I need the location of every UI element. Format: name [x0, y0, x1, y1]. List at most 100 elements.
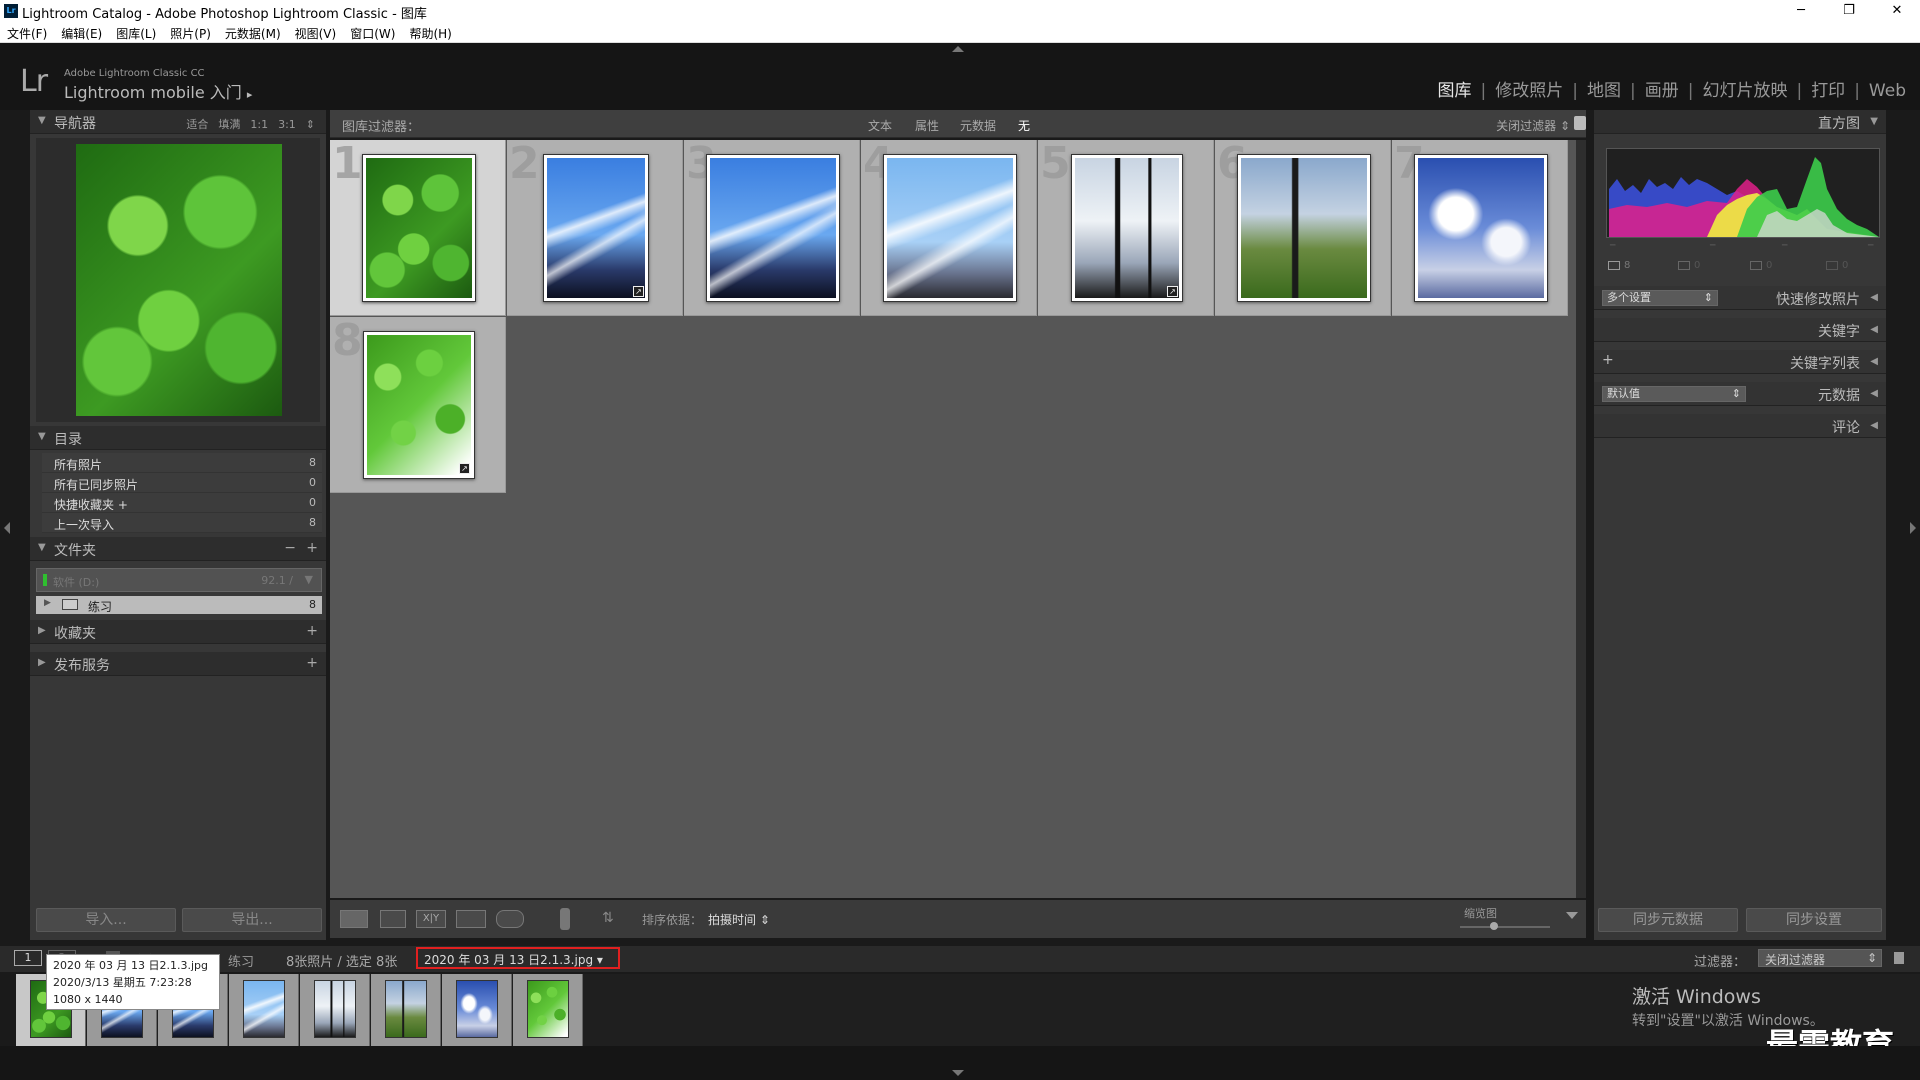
metadata-preset-select[interactable]: 默认值 ⇕: [1602, 386, 1746, 402]
filter-tab-attribute[interactable]: 属性: [915, 117, 939, 134]
minimize-button[interactable]: ─: [1778, 0, 1824, 22]
filter-tab-text[interactable]: 文本: [868, 117, 892, 134]
grid-cell[interactable]: 2 ↗: [507, 138, 683, 316]
comments-header[interactable]: 评论 ◀: [1594, 414, 1886, 438]
remove-folder-button[interactable]: −: [284, 540, 296, 556]
filter-preset-dropdown[interactable]: 关闭过滤器 ⇕: [1496, 117, 1570, 134]
zoom-fit[interactable]: 适合: [181, 118, 213, 131]
grid-view-icon[interactable]: [340, 910, 368, 928]
volume-bar[interactable]: 软件 (D:) 92.1 / ▼: [36, 568, 322, 592]
filmstrip-filter-select[interactable]: 关闭过滤器 ⇕: [1758, 949, 1882, 967]
module-book[interactable]: 画册: [1639, 76, 1685, 101]
filmstrip-cell[interactable]: [513, 974, 583, 1046]
grid-cell[interactable]: 8 ↗: [330, 315, 506, 493]
histogram-chart[interactable]: [1606, 148, 1880, 238]
edited-badge-icon[interactable]: ↗: [459, 463, 470, 474]
navigator-header[interactable]: ▼ 导航器 适合 填满 1:1 3:1 ⇕: [30, 110, 326, 134]
collapse-left-arrow-icon[interactable]: [4, 522, 10, 534]
filter-lock-icon[interactable]: [1894, 952, 1904, 964]
sync-metadata-button[interactable]: 同步元数据: [1598, 908, 1738, 932]
volume-dropdown-icon[interactable]: ▼: [305, 573, 313, 586]
collapse-right-arrow-icon[interactable]: [1910, 522, 1916, 534]
add-folder-button[interactable]: +: [306, 540, 318, 556]
keyword-list-header[interactable]: + 关键字列表 ◀: [1594, 350, 1886, 374]
grid-cell[interactable]: 3: [684, 138, 860, 316]
zoom-fill[interactable]: 填满: [213, 118, 245, 131]
thumbnail-size-slider[interactable]: [1460, 926, 1550, 928]
identity-plate-line2[interactable]: Lightroom mobile 入门 ▸: [64, 79, 252, 103]
catalog-header[interactable]: ▼ 目录: [30, 426, 326, 450]
menu-file[interactable]: 文件(F): [0, 22, 54, 42]
az-sort-icon[interactable]: ⇅: [602, 910, 614, 926]
add-collection-button[interactable]: +: [306, 623, 318, 639]
zoom-1-1[interactable]: 1:1: [245, 118, 273, 131]
photo-thumbnail[interactable]: [543, 154, 649, 302]
filmstrip-cell[interactable]: [442, 974, 512, 1046]
collapse-top-arrow-icon[interactable]: [952, 46, 964, 52]
selected-file-name[interactable]: 2020 年 03 月 13 日2.1.3.jpg ▾: [416, 947, 620, 969]
import-button[interactable]: 导入...: [36, 908, 176, 932]
close-button[interactable]: ✕: [1874, 0, 1920, 22]
filmstrip-cell[interactable]: [371, 974, 441, 1046]
photo-thumbnail[interactable]: [1237, 154, 1371, 302]
menu-library[interactable]: 图库(L): [109, 22, 163, 42]
collapse-bottom-arrow-icon[interactable]: [952, 1070, 964, 1076]
quick-develop-header[interactable]: 多个设置 ⇕ 快速修改照片 ◀: [1594, 286, 1886, 310]
photo-thumbnail[interactable]: [1414, 154, 1548, 302]
grid-cell[interactable]: 6: [1215, 138, 1391, 316]
grid-cell[interactable]: 4: [861, 138, 1037, 316]
catalog-item-previous-import[interactable]: 上一次导入 8: [42, 513, 322, 533]
catalog-item-synced[interactable]: 所有已同步照片 0: [42, 473, 322, 493]
folder-item-practice[interactable]: ▶ 练习 8: [36, 596, 322, 614]
catalog-item-quick-collection[interactable]: 快捷收藏夹 + 0: [42, 493, 322, 513]
loupe-view-icon[interactable]: [380, 910, 406, 928]
grid-cell[interactable]: 7: [1392, 138, 1568, 316]
add-keyword-button[interactable]: +: [1602, 352, 1614, 368]
edited-badge-icon[interactable]: ↗: [1167, 286, 1178, 297]
keywording-header[interactable]: 关键字 ◀: [1594, 318, 1886, 342]
filter-tab-none[interactable]: 无: [1018, 117, 1030, 134]
menu-metadata[interactable]: 元数据(M): [218, 22, 288, 42]
main-window-page-button[interactable]: 1: [14, 950, 42, 966]
grid-scrollbar[interactable]: [1576, 140, 1586, 898]
photo-thumbnail[interactable]: [363, 331, 475, 479]
export-button[interactable]: 导出...: [182, 908, 322, 932]
filmstrip-cell[interactable]: [229, 974, 299, 1046]
module-library[interactable]: 图库: [1432, 76, 1478, 101]
menu-edit[interactable]: 编辑(E): [54, 22, 109, 42]
zoom-spinner-icon[interactable]: ⇕: [301, 118, 320, 131]
painter-spray-icon[interactable]: [560, 908, 570, 930]
module-slideshow[interactable]: 幻灯片放映: [1696, 76, 1793, 101]
sync-settings-button[interactable]: 同步设置: [1746, 908, 1882, 932]
module-web[interactable]: Web: [1863, 81, 1912, 101]
module-print[interactable]: 打印: [1805, 76, 1851, 101]
publish-services-header[interactable]: ▶ 发布服务 +: [30, 652, 326, 676]
menu-photo[interactable]: 照片(P): [163, 22, 218, 42]
add-publish-service-button[interactable]: +: [306, 655, 318, 671]
survey-view-icon[interactable]: [456, 910, 486, 928]
module-map[interactable]: 地图: [1581, 76, 1627, 101]
menu-help[interactable]: 帮助(H): [402, 22, 458, 42]
module-develop[interactable]: 修改照片: [1489, 76, 1569, 101]
folders-header[interactable]: ▼ 文件夹 − +: [30, 537, 326, 561]
toolbar-menu-arrow-icon[interactable]: [1566, 912, 1578, 919]
catalog-item-all-photos[interactable]: 所有照片 8: [42, 453, 322, 473]
photo-thumbnail[interactable]: [362, 154, 476, 302]
restore-button[interactable]: ❐: [1826, 0, 1872, 22]
quick-develop-preset-select[interactable]: 多个设置 ⇕: [1602, 290, 1718, 306]
edited-badge-icon[interactable]: ↗: [633, 286, 644, 297]
menu-view[interactable]: 视图(V): [288, 22, 344, 42]
compare-view-icon[interactable]: X|Y: [416, 910, 446, 928]
photo-thumbnail[interactable]: [1071, 154, 1183, 302]
photo-thumbnail[interactable]: [883, 154, 1017, 302]
thumbnail-slider-handle[interactable]: [1490, 922, 1498, 930]
people-view-icon[interactable]: [496, 910, 524, 928]
lock-icon[interactable]: [1574, 116, 1586, 130]
menu-window[interactable]: 窗口(W): [343, 22, 402, 42]
histogram-header[interactable]: 直方图 ▼: [1594, 110, 1886, 134]
folder-expand-icon[interactable]: ▶: [44, 598, 51, 608]
collections-header[interactable]: ▶ 收藏夹 +: [30, 620, 326, 644]
zoom-3-1[interactable]: 3:1: [273, 118, 301, 131]
photo-thumbnail[interactable]: [706, 154, 840, 302]
metadata-header[interactable]: 默认值 ⇕ 元数据 ◀: [1594, 382, 1886, 406]
